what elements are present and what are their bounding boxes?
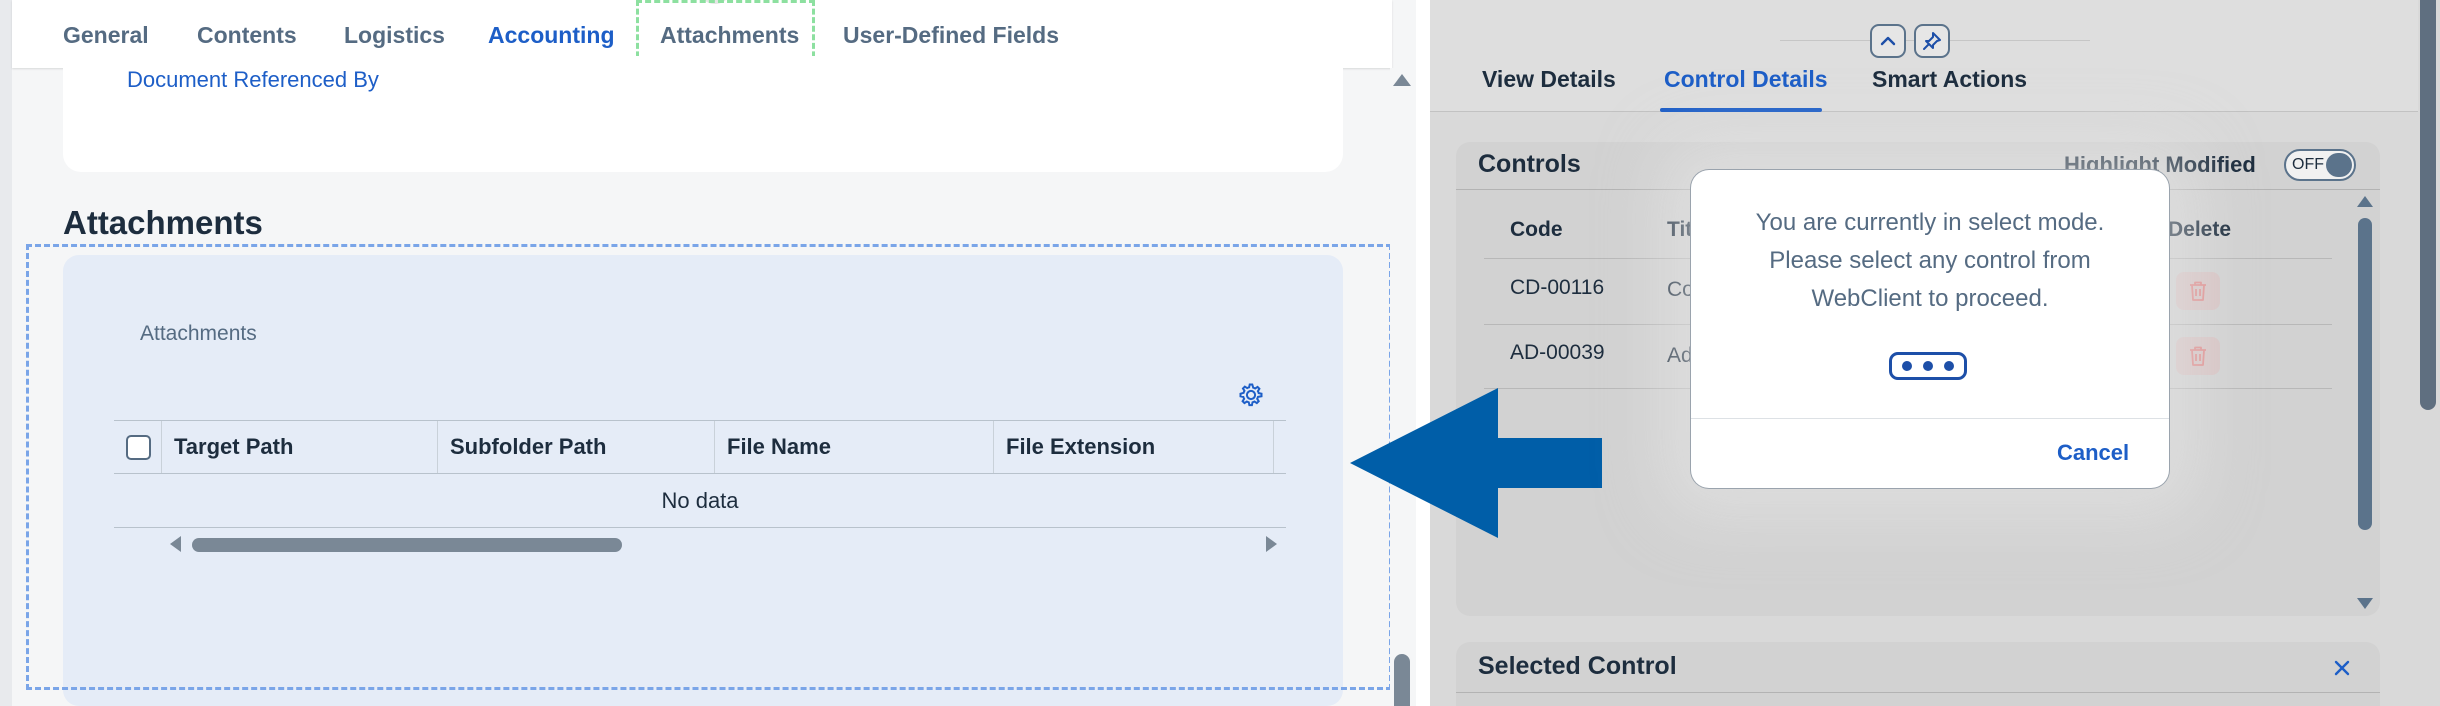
dialog-footer-divider (1691, 418, 2169, 419)
control-title[interactable]: Ad (1667, 344, 1693, 368)
column-header-file-extension[interactable]: File Extension (994, 421, 1274, 473)
tab-general[interactable]: General (63, 22, 149, 49)
selected-control-divider (1456, 692, 2380, 693)
message-line: WebClient to proceed. (1811, 285, 2049, 312)
pointer-arrow-icon (1350, 388, 1602, 538)
left-vertical-scrollbar[interactable] (1390, 68, 1416, 706)
column-header-file-name[interactable]: File Name (715, 421, 994, 473)
tab-contents[interactable]: Contents (197, 22, 297, 49)
tab-logistics[interactable]: Logistics (344, 22, 445, 49)
controls-title: Controls (1478, 150, 1581, 178)
tab-smart-actions[interactable]: Smart Actions (1872, 66, 2027, 93)
trash-icon (2190, 346, 2206, 366)
gear-icon[interactable] (1237, 381, 1265, 409)
column-header-target-path[interactable]: Target Path (162, 421, 438, 473)
column-header-delete: Delete (2168, 218, 2232, 241)
tab-view-details[interactable]: View Details (1482, 66, 1616, 93)
select-mode-message: You are currently in select mode. Please… (1715, 204, 2145, 318)
message-line: Please select any control from (1769, 247, 2091, 274)
scroll-left-arrow[interactable] (170, 536, 181, 552)
busy-dot (1923, 361, 1933, 371)
right-active-tab-indicator (1660, 108, 1822, 112)
empty-table-message: No data (114, 474, 1286, 528)
chevron-up-icon (1880, 36, 1896, 46)
attachments-section-title: Attachments (63, 204, 263, 241)
toggle-knob (2326, 153, 2352, 177)
collapse-header-button[interactable] (1870, 24, 1906, 58)
left-pane: General Contents Logistics Accounting At… (0, 0, 1416, 706)
control-title[interactable]: Co (1667, 278, 1694, 302)
document-referenced-by-link[interactable]: Document Referenced By (127, 67, 379, 93)
pin-icon (1923, 32, 1941, 50)
tab-user-defined-fields[interactable]: User-Defined Fields (843, 22, 1059, 49)
scroll-up-arrow[interactable] (1393, 74, 1411, 86)
left-vertical-scroll-thumb[interactable] (1394, 654, 1410, 706)
busy-indicator-icon (1889, 352, 1967, 380)
toggle-state-label: OFF (2292, 156, 2324, 173)
right-vertical-scroll-thumb[interactable] (2420, 0, 2436, 410)
cancel-button[interactable]: Cancel (2057, 440, 2129, 466)
left-edge (0, 0, 12, 706)
tab-attachments[interactable]: Attachments (660, 22, 799, 49)
checkbox-column-header (114, 421, 162, 473)
close-icon[interactable] (2330, 656, 2354, 680)
attachments-panel-label: Attachments (140, 322, 257, 345)
tab-control-details[interactable]: Control Details (1664, 66, 1828, 93)
column-header-subfolder-path[interactable]: Subfolder Path (438, 421, 715, 473)
table-header-row: Target Path Subfolder Path File Name Fil… (114, 420, 1286, 474)
pane-divider (1416, 0, 1430, 706)
control-code[interactable]: CD-00116 (1510, 276, 1604, 300)
controls-vertical-scroll-thumb[interactable] (2358, 218, 2372, 530)
scroll-right-arrow[interactable] (1266, 536, 1277, 552)
delete-control-button[interactable] (2176, 272, 2220, 310)
message-line: You are currently in select mode. (1755, 209, 2105, 236)
trash-icon (2190, 281, 2206, 301)
busy-dot (1902, 361, 1912, 371)
horizontal-scrollbar[interactable] (114, 528, 1286, 558)
highlight-modified-toggle[interactable]: OFF (2284, 149, 2356, 181)
busy-dot (1944, 361, 1954, 371)
selected-control-title: Selected Control (1478, 652, 1677, 680)
delete-control-button[interactable] (2176, 337, 2220, 375)
attachments-table: Target Path Subfolder Path File Name Fil… (114, 420, 1286, 558)
controls-scroll-down-arrow[interactable] (2357, 598, 2373, 609)
column-header-code: Code (1510, 218, 1563, 241)
controls-scroll-up-arrow[interactable] (2357, 196, 2373, 207)
pin-header-button[interactable] (1914, 24, 1950, 58)
horizontal-scroll-thumb[interactable] (192, 538, 622, 552)
tab-accounting[interactable]: Accounting (488, 22, 615, 49)
control-code[interactable]: AD-00039 (1510, 341, 1605, 365)
select-mode-dialog: You are currently in select mode. Please… (1691, 170, 2169, 488)
